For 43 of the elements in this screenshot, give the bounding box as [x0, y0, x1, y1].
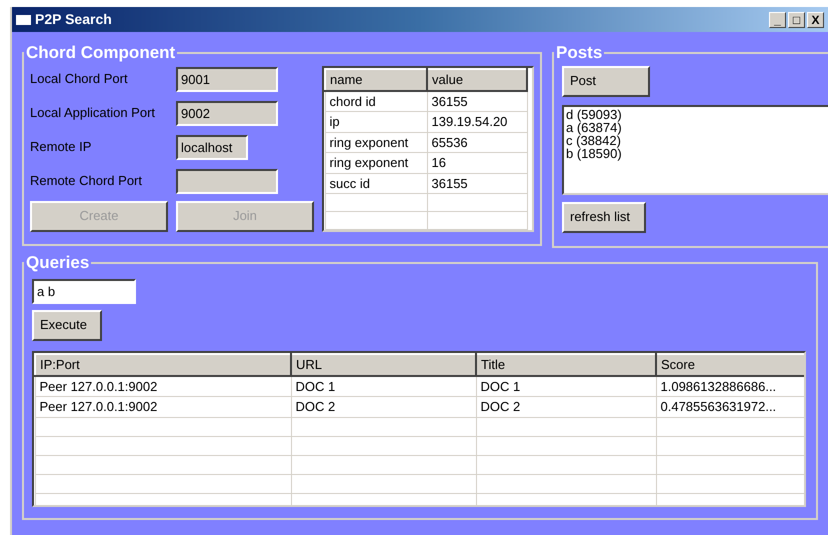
- column-header[interactable]: Title: [476, 354, 656, 376]
- column-header[interactable]: value: [427, 68, 527, 90]
- field-label: Local Chord Port: [30, 70, 129, 88]
- button[interactable]: Execute: [32, 310, 102, 340]
- column-header[interactable]: name: [325, 68, 427, 90]
- list-item[interactable]: b (18590): [566, 146, 828, 160]
- column-header[interactable]: URL: [291, 354, 476, 376]
- table-cell: DOC 2: [291, 396, 476, 417]
- maximize-button[interactable]: □: [788, 12, 805, 28]
- table-cell: DOC 1: [476, 376, 656, 396]
- group-title: Chord Component: [25, 42, 176, 64]
- table-cell: 36155: [427, 90, 527, 112]
- minimize-button[interactable]: _: [769, 12, 786, 28]
- table-cell: ring exponent: [325, 132, 427, 152]
- column-header[interactable]: IP:Port: [35, 354, 291, 376]
- group-title: Posts: [555, 42, 604, 64]
- button[interactable]: Post: [562, 66, 650, 96]
- group-title: Queries: [25, 252, 90, 274]
- table-cell: succ id: [325, 173, 427, 194]
- list-item[interactable]: d (59093): [566, 108, 828, 120]
- field-label: Local Application Port: [30, 104, 156, 122]
- close-button[interactable]: X: [807, 12, 824, 28]
- column-header[interactable]: Score: [656, 354, 804, 376]
- window-icon: [15, 14, 32, 26]
- field-label: Remote IP: [30, 138, 92, 156]
- window-title: P2P Search: [35, 10, 112, 29]
- table-cell: Peer 127.0.0.1:9002: [35, 396, 291, 417]
- posts-list[interactable]: d (59093) a (63874) c (38842) b (18590): [562, 104, 828, 194]
- button[interactable]: refresh list: [562, 202, 646, 232]
- table-cell: DOC 1: [291, 376, 476, 396]
- table-cell: 139.19.54.20: [427, 112, 527, 132]
- query-field[interactable]: a b: [32, 278, 136, 304]
- table-cell: Peer 127.0.0.1:9002: [35, 376, 291, 396]
- list-item[interactable]: c (38842): [566, 134, 828, 146]
- table-cell: ring exponent: [325, 152, 427, 173]
- table-cell: ip: [325, 112, 427, 132]
- table-cell: chord id: [325, 90, 427, 112]
- field-label: Remote Chord Port: [30, 172, 143, 190]
- table-cell: 16: [427, 152, 527, 173]
- list-item[interactable]: a (63874): [566, 120, 828, 134]
- table-cell: DOC 2: [476, 396, 656, 417]
- table-cell: 36155: [427, 173, 527, 194]
- table-cell: 65536: [427, 132, 527, 152]
